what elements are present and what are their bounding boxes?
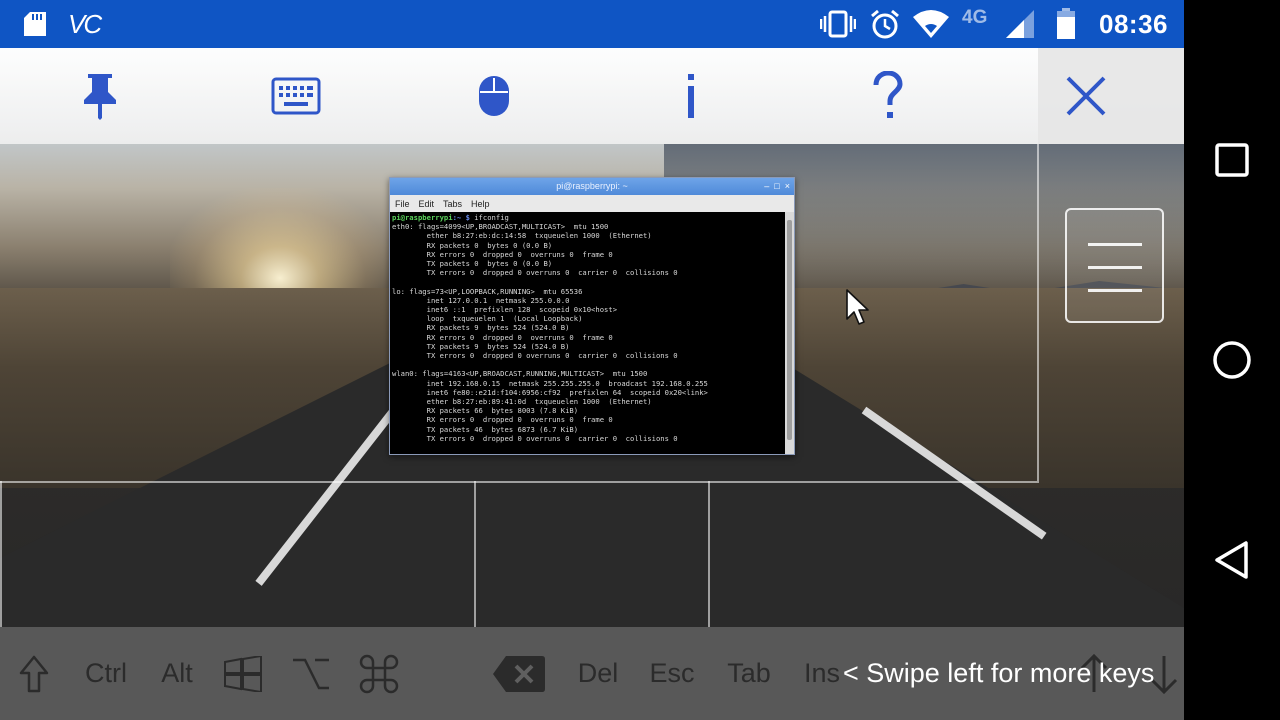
- android-nav-bar: [1184, 0, 1280, 720]
- menu-help[interactable]: Help: [471, 199, 490, 209]
- ifconfig-output: eth0: flags=4099<UP,BROADCAST,MULTICAST>…: [392, 222, 708, 443]
- close-icon: [1064, 74, 1108, 123]
- mouse-cursor-icon: [845, 288, 871, 333]
- help-button[interactable]: [840, 48, 936, 144]
- screen: pi@raspberrypi: ~ – □ × File Edit Tabs H…: [0, 0, 1280, 720]
- mouse-icon: [479, 76, 509, 116]
- option-key[interactable]: [290, 627, 332, 720]
- terminal-menubar: File Edit Tabs Help: [390, 195, 794, 212]
- option-icon: [293, 658, 329, 689]
- prompt-command: ifconfig: [469, 213, 509, 222]
- menu-icon: [1088, 266, 1142, 269]
- menu-tabs[interactable]: Tabs: [443, 199, 462, 209]
- backspace-icon: [493, 655, 545, 692]
- sd-card-icon: [22, 0, 48, 48]
- carrier-label: VC: [68, 8, 102, 39]
- command-icon: [359, 654, 399, 693]
- terminal-title: pi@raspberrypi: ~: [556, 181, 628, 191]
- pin-icon: [84, 74, 116, 120]
- grid-line: [1037, 144, 1039, 483]
- menu-edit[interactable]: Edit: [419, 199, 435, 209]
- ins-key[interactable]: Ins: [800, 627, 844, 720]
- terminal-scrollbar[interactable]: [785, 212, 794, 454]
- esc-key[interactable]: Esc: [646, 627, 698, 720]
- maximize-button[interactable]: □: [774, 178, 779, 195]
- signal-icon: [1004, 0, 1036, 48]
- close-window-button[interactable]: ×: [785, 178, 790, 195]
- battery-icon: [1056, 0, 1076, 48]
- info-icon: [688, 74, 694, 118]
- grid-line: [474, 481, 476, 627]
- info-button[interactable]: [643, 48, 739, 144]
- grid-line: [0, 481, 2, 627]
- menu-icon: [1088, 289, 1142, 292]
- status-bar: VC 4G 08:36: [0, 0, 1184, 48]
- extra-keys-bar: Ctrl Alt Del Esc Tab Ins < Swipe left fo…: [0, 627, 1184, 720]
- control-bar: [0, 48, 1184, 144]
- back-icon: [1215, 541, 1248, 579]
- grid-line: [0, 481, 1037, 483]
- mouse-button[interactable]: [446, 48, 542, 144]
- menu-icon: [1088, 243, 1142, 246]
- vibrate-icon: [820, 0, 856, 48]
- prompt-user: pi@raspberrypi: [392, 213, 453, 222]
- menu-button[interactable]: [1065, 208, 1164, 323]
- menu-file[interactable]: File: [395, 199, 410, 209]
- home-button[interactable]: [1184, 312, 1280, 408]
- tab-key[interactable]: Tab: [722, 627, 776, 720]
- window-controls: – □ ×: [764, 178, 790, 195]
- status-clock: 08:36: [1099, 8, 1168, 39]
- terminal-titlebar[interactable]: pi@raspberrypi: ~ – □ ×: [390, 178, 794, 195]
- scrollbar-thumb[interactable]: [787, 220, 792, 440]
- keyboard-button[interactable]: [248, 48, 344, 144]
- shift-key[interactable]: [14, 627, 54, 720]
- prompt-path: :~ $: [452, 213, 470, 222]
- del-key[interactable]: Del: [574, 627, 622, 720]
- windows-icon: [224, 655, 262, 692]
- terminal-window[interactable]: pi@raspberrypi: ~ – □ × File Edit Tabs H…: [389, 177, 795, 455]
- wifi-icon: [912, 0, 950, 48]
- alarm-icon: [870, 0, 900, 48]
- keyboard-icon: [271, 77, 321, 115]
- minimize-button[interactable]: –: [764, 178, 769, 195]
- back-button[interactable]: [1184, 512, 1280, 608]
- shift-icon: [19, 655, 49, 692]
- terminal-output[interactable]: pi@raspberrypi:~ $ ifconfig eth0: flags=…: [390, 212, 785, 454]
- windows-key[interactable]: [222, 627, 264, 720]
- help-icon: [873, 71, 903, 118]
- network-type: 4G: [962, 7, 988, 28]
- close-button[interactable]: [1038, 48, 1184, 144]
- backspace-key[interactable]: [490, 627, 548, 720]
- command-key[interactable]: [358, 627, 400, 720]
- recents-icon: [1215, 143, 1249, 177]
- swipe-hint: < Swipe left for more keys: [843, 658, 1155, 688]
- pin-button[interactable]: [52, 48, 148, 144]
- recents-button[interactable]: [1184, 112, 1280, 208]
- ctrl-key[interactable]: Ctrl: [80, 627, 132, 720]
- grid-line: [708, 481, 710, 627]
- home-icon: [1213, 341, 1251, 379]
- alt-key[interactable]: Alt: [156, 627, 198, 720]
